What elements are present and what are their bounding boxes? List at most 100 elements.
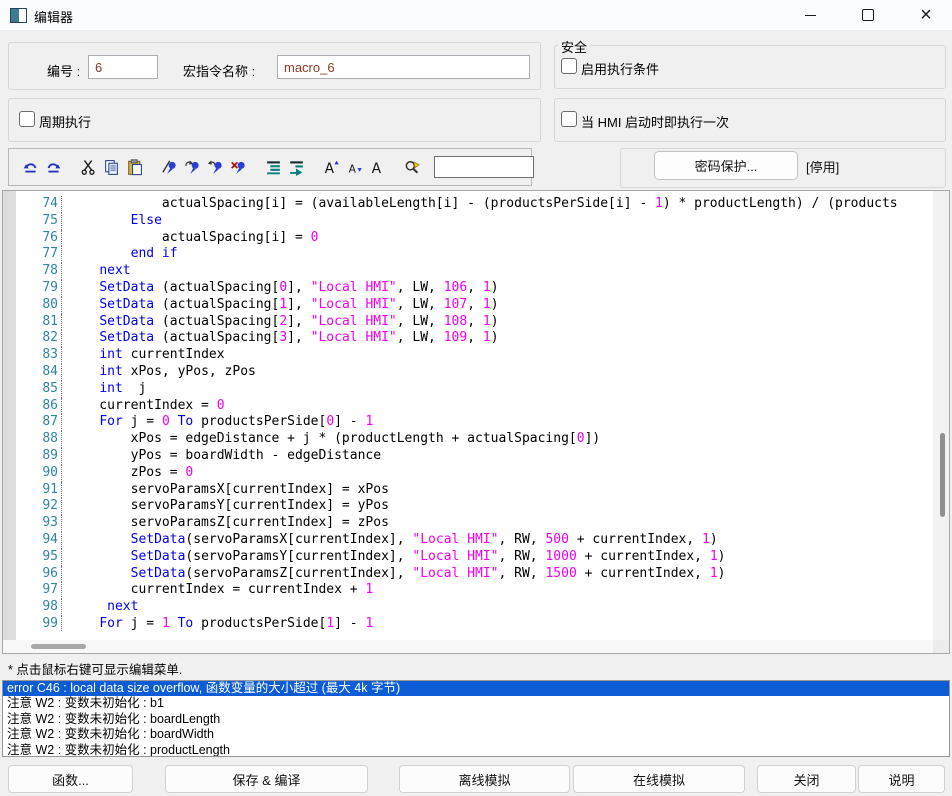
run-on-startup-checkbox[interactable] xyxy=(561,111,577,127)
code-line[interactable]: 87 For j = 0 To productsPerSide[0] - 1 xyxy=(3,414,931,431)
code-line[interactable]: 80 SetData (actualSpacing[1], "Local HMI… xyxy=(3,297,931,314)
code-editor[interactable]: 74 actualSpacing[i] = (availableLength[i… xyxy=(2,190,950,654)
code-line[interactable]: 95 SetData(servoParamsY[currentIndex], "… xyxy=(3,549,931,566)
redo-icon[interactable] xyxy=(44,158,63,177)
code-line[interactable]: 94 SetData(servoParamsX[currentIndex], "… xyxy=(3,532,931,549)
compile-warning-row[interactable]: 注意 W2 : 变数未初始化 : b1 xyxy=(3,696,949,711)
font-decrease-icon[interactable]: A xyxy=(345,158,364,177)
horizontal-scrollbar[interactable] xyxy=(3,640,933,653)
compile-warning-row[interactable]: 注意 W2 : 变数未初始化 : boardWidth xyxy=(3,727,949,742)
outdent-icon[interactable] xyxy=(287,158,306,177)
bookmark-clear-icon[interactable] xyxy=(229,158,248,177)
line-number: 87 xyxy=(3,414,58,431)
line-number: 91 xyxy=(3,482,58,499)
app-icon-fill xyxy=(11,9,19,22)
code-line[interactable]: 78 next xyxy=(3,263,931,280)
vertical-scrollbar[interactable] xyxy=(933,191,949,640)
code-line[interactable]: 86 currentIndex = 0 xyxy=(3,398,931,415)
line-number: 93 xyxy=(3,515,58,532)
code-line[interactable]: 98 next xyxy=(3,599,931,616)
code-line[interactable]: 96 SetData(servoParamsZ[currentIndex], "… xyxy=(3,566,931,583)
undo-icon[interactable] xyxy=(21,158,40,177)
scrollbar-corner xyxy=(933,640,949,653)
code-line[interactable]: 81 SetData (actualSpacing[2], "Local HMI… xyxy=(3,314,931,331)
code-line[interactable]: 99 For j = 1 To productsPerSide[1] - 1 xyxy=(3,616,931,631)
save-compile-button[interactable]: 保存 & 编译 xyxy=(165,765,368,793)
line-number: 81 xyxy=(3,314,58,331)
maximize-button[interactable] xyxy=(845,0,891,30)
macro-name-input[interactable] xyxy=(277,55,530,79)
search-input[interactable] xyxy=(434,156,534,178)
password-protect-button[interactable]: 密码保护... xyxy=(654,151,798,180)
svg-text:A: A xyxy=(349,162,357,175)
code-line[interactable]: 91 servoParamsX[currentIndex] = xPos xyxy=(3,482,931,499)
horizontal-scrollbar-thumb[interactable] xyxy=(31,644,86,649)
font-icon[interactable]: A xyxy=(368,158,387,177)
minimize-icon xyxy=(805,15,816,16)
titlebar: 编辑器 × xyxy=(0,0,952,31)
code-text: int j xyxy=(61,381,146,398)
macro-id-input[interactable] xyxy=(88,55,158,79)
close-button[interactable]: 关闭 xyxy=(757,765,856,793)
code-text: next xyxy=(61,599,138,616)
line-number: 94 xyxy=(3,532,58,549)
code-line[interactable]: 76 actualSpacing[i] = 0 xyxy=(3,230,931,247)
compile-error-row-selected[interactable]: error C46 : local data size overflow, 函数… xyxy=(3,681,949,696)
line-number: 89 xyxy=(3,448,58,465)
offline-sim-button[interactable]: 离线模拟 xyxy=(399,765,570,793)
line-number: 92 xyxy=(3,498,58,515)
line-number: 76 xyxy=(3,230,58,247)
vertical-scrollbar-thumb[interactable] xyxy=(940,433,945,517)
code-line[interactable]: 90 zPos = 0 xyxy=(3,465,931,482)
code-line[interactable]: 84 int xPos, yPos, zPos xyxy=(3,364,931,381)
password-status-label: [停用] xyxy=(806,157,839,176)
window-title: 编辑器 xyxy=(34,7,73,26)
code-text: For j = 1 To productsPerSide[1] - 1 xyxy=(61,616,373,631)
code-line[interactable]: 92 servoParamsY[currentIndex] = yPos xyxy=(3,498,931,515)
editor-toolbar: AAA xyxy=(8,148,532,186)
code-line[interactable]: 74 actualSpacing[i] = (availableLength[i… xyxy=(3,196,931,213)
line-number: 78 xyxy=(3,263,58,280)
line-number: 88 xyxy=(3,431,58,448)
cut-icon[interactable] xyxy=(79,158,98,177)
run-on-startup-label: 当 HMI 启动时即执行一次 xyxy=(581,112,729,131)
code-line[interactable]: 89 yPos = boardWidth - edgeDistance xyxy=(3,448,931,465)
periodic-checkbox[interactable] xyxy=(19,111,35,127)
compile-warning-row[interactable]: 注意 W2 : 变数未初始化 : productLength xyxy=(3,743,949,757)
line-number: 82 xyxy=(3,330,58,347)
compile-message-list[interactable]: error C46 : local data size overflow, 函数… xyxy=(2,680,950,757)
function-button[interactable]: 函数... xyxy=(8,765,133,793)
bookmark-prev-icon[interactable] xyxy=(206,158,225,177)
indent-icon[interactable] xyxy=(264,158,283,177)
online-sim-button[interactable]: 在线模拟 xyxy=(573,765,745,793)
line-number: 86 xyxy=(3,398,58,415)
code-line[interactable]: 88 xPos = edgeDistance + j * (productLen… xyxy=(3,431,931,448)
font-increase-icon[interactable]: A xyxy=(322,158,341,177)
close-window-button[interactable]: × xyxy=(903,0,949,30)
help-button[interactable]: 说明 xyxy=(858,765,945,793)
code-text: yPos = boardWidth - edgeDistance xyxy=(61,448,381,465)
code-text: Else xyxy=(61,213,162,230)
line-number: 79 xyxy=(3,280,58,297)
code-line[interactable]: 75 Else xyxy=(3,213,931,230)
copy-icon[interactable] xyxy=(102,158,121,177)
bookmark-next-icon[interactable] xyxy=(183,158,202,177)
code-line[interactable]: 82 SetData (actualSpacing[3], "Local HMI… xyxy=(3,330,931,347)
code-line[interactable]: 83 int currentIndex xyxy=(3,347,931,364)
code-text: SetData (actualSpacing[0], "Local HMI", … xyxy=(61,280,499,297)
code-line[interactable]: 97 currentIndex = currentIndex + 1 xyxy=(3,582,931,599)
enable-condition-checkbox[interactable] xyxy=(561,58,577,74)
bookmark-toggle-icon[interactable] xyxy=(160,158,179,177)
code-line[interactable]: 85 int j xyxy=(3,381,931,398)
paste-icon[interactable] xyxy=(125,158,144,177)
code-text: int currentIndex xyxy=(61,347,225,364)
minimize-button[interactable] xyxy=(787,0,833,30)
find-replace-icon[interactable] xyxy=(403,158,422,177)
line-number: 96 xyxy=(3,566,58,583)
code-line[interactable]: 77 end if xyxy=(3,246,931,263)
compile-warning-row[interactable]: 注意 W2 : 变数未初始化 : boardLength xyxy=(3,712,949,727)
code-text: SetData(servoParamsX[currentIndex], "Loc… xyxy=(61,532,718,549)
code-line[interactable]: 79 SetData (actualSpacing[0], "Local HMI… xyxy=(3,280,931,297)
code-line[interactable]: 93 servoParamsZ[currentIndex] = zPos xyxy=(3,515,931,532)
periodic-label: 周期执行 xyxy=(39,112,91,131)
